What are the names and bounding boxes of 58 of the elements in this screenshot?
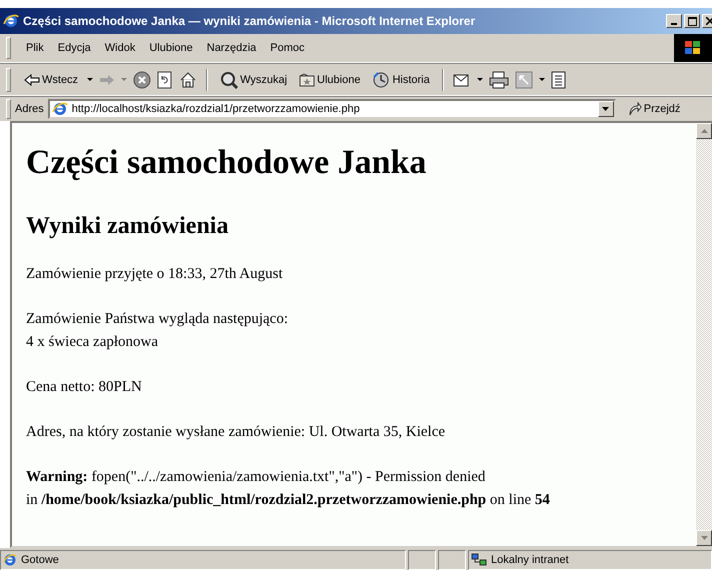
history-button[interactable]: Historia xyxy=(369,68,433,90)
ie-page-icon xyxy=(52,101,68,117)
print-icon[interactable] xyxy=(488,70,509,88)
up-arrow-icon xyxy=(700,129,708,133)
down-arrow-icon xyxy=(700,536,708,540)
home-icon[interactable] xyxy=(179,70,198,88)
menu-item[interactable]: Narzędzia xyxy=(200,40,264,56)
scroll-up-button[interactable] xyxy=(696,123,712,139)
menu-item[interactable]: Plik xyxy=(19,40,51,56)
window-title: Części samochodowe Janka — wyniki zamówienia - Microsoft Internet Explorer xyxy=(23,14,476,28)
text-line: in /home/book/ksiazka/public_html/rozdzial2.przetworzzamowienie.php on line 54 xyxy=(26,491,551,510)
star-folder-icon xyxy=(299,72,316,86)
zone-text: Lokalny intranet xyxy=(491,554,569,566)
arrow-icon xyxy=(628,102,642,116)
back-arrow-icon xyxy=(24,74,40,86)
address-field[interactable]: http://localhost/ksiazka/rozdzial1/przetworzzamowienie.php xyxy=(48,99,616,119)
caret-icon[interactable] xyxy=(476,78,483,81)
menu-item[interactable]: Widok xyxy=(98,40,142,56)
scroll-down-button[interactable] xyxy=(696,530,712,546)
caret-icon[interactable] xyxy=(87,78,94,81)
text-line: Cena netto: 80PLN xyxy=(26,378,143,397)
document-icon[interactable] xyxy=(550,70,567,88)
dropdown-button[interactable] xyxy=(598,101,614,117)
maximize-button[interactable] xyxy=(684,14,700,28)
clock-icon xyxy=(372,70,390,88)
menu-item[interactable]: Ulubione xyxy=(142,40,200,56)
menu-item[interactable]: Pomoc xyxy=(263,40,312,56)
ie-icon xyxy=(3,13,19,29)
status-panel xyxy=(408,550,436,570)
caret-icon xyxy=(602,107,610,111)
status-panel xyxy=(438,550,466,570)
refresh-icon[interactable] xyxy=(157,70,174,88)
scrollbar[interactable] xyxy=(696,123,712,546)
text-line: Adres, na który zostanie wysłane zamówienie: Ul. Otwarta 35, Kielce xyxy=(26,423,446,442)
edit-icon[interactable] xyxy=(514,70,533,88)
favorites-button[interactable]: Ulubione xyxy=(296,70,364,88)
text-line: Warning: fopen("../../zamowienia/zamowienia.txt","a") - Permission denied xyxy=(26,468,486,487)
ie-page-icon xyxy=(3,553,17,567)
search-button[interactable]: Wyszukaj xyxy=(217,68,290,90)
close-icon xyxy=(706,17,712,25)
caret-icon[interactable] xyxy=(538,78,545,81)
page-heading: Części samochodowe Janka xyxy=(26,143,428,183)
text-line: Zamówienie przyjęte o 18:33, 27th August xyxy=(26,265,284,284)
minimize-button[interactable] xyxy=(666,14,682,28)
windows-logo xyxy=(674,34,712,62)
address-label: Adres xyxy=(15,103,44,115)
back-button[interactable]: Wstecz xyxy=(21,72,82,88)
status-text: Gotowe xyxy=(21,554,59,566)
caret-icon xyxy=(121,78,128,81)
maximize-icon xyxy=(688,16,696,26)
menu-item[interactable]: Edycja xyxy=(50,40,98,56)
page-subheading: Wyniki zamówienia xyxy=(26,212,230,241)
go-button[interactable]: Przejdź xyxy=(628,102,680,116)
network-icon xyxy=(471,553,487,567)
search-icon xyxy=(220,70,238,88)
text-line: Zamówienie Państwa wygląda następująco: xyxy=(26,310,290,329)
text-line: 4 x świeca zapłonowa xyxy=(26,333,160,352)
stop-icon[interactable] xyxy=(133,70,152,88)
